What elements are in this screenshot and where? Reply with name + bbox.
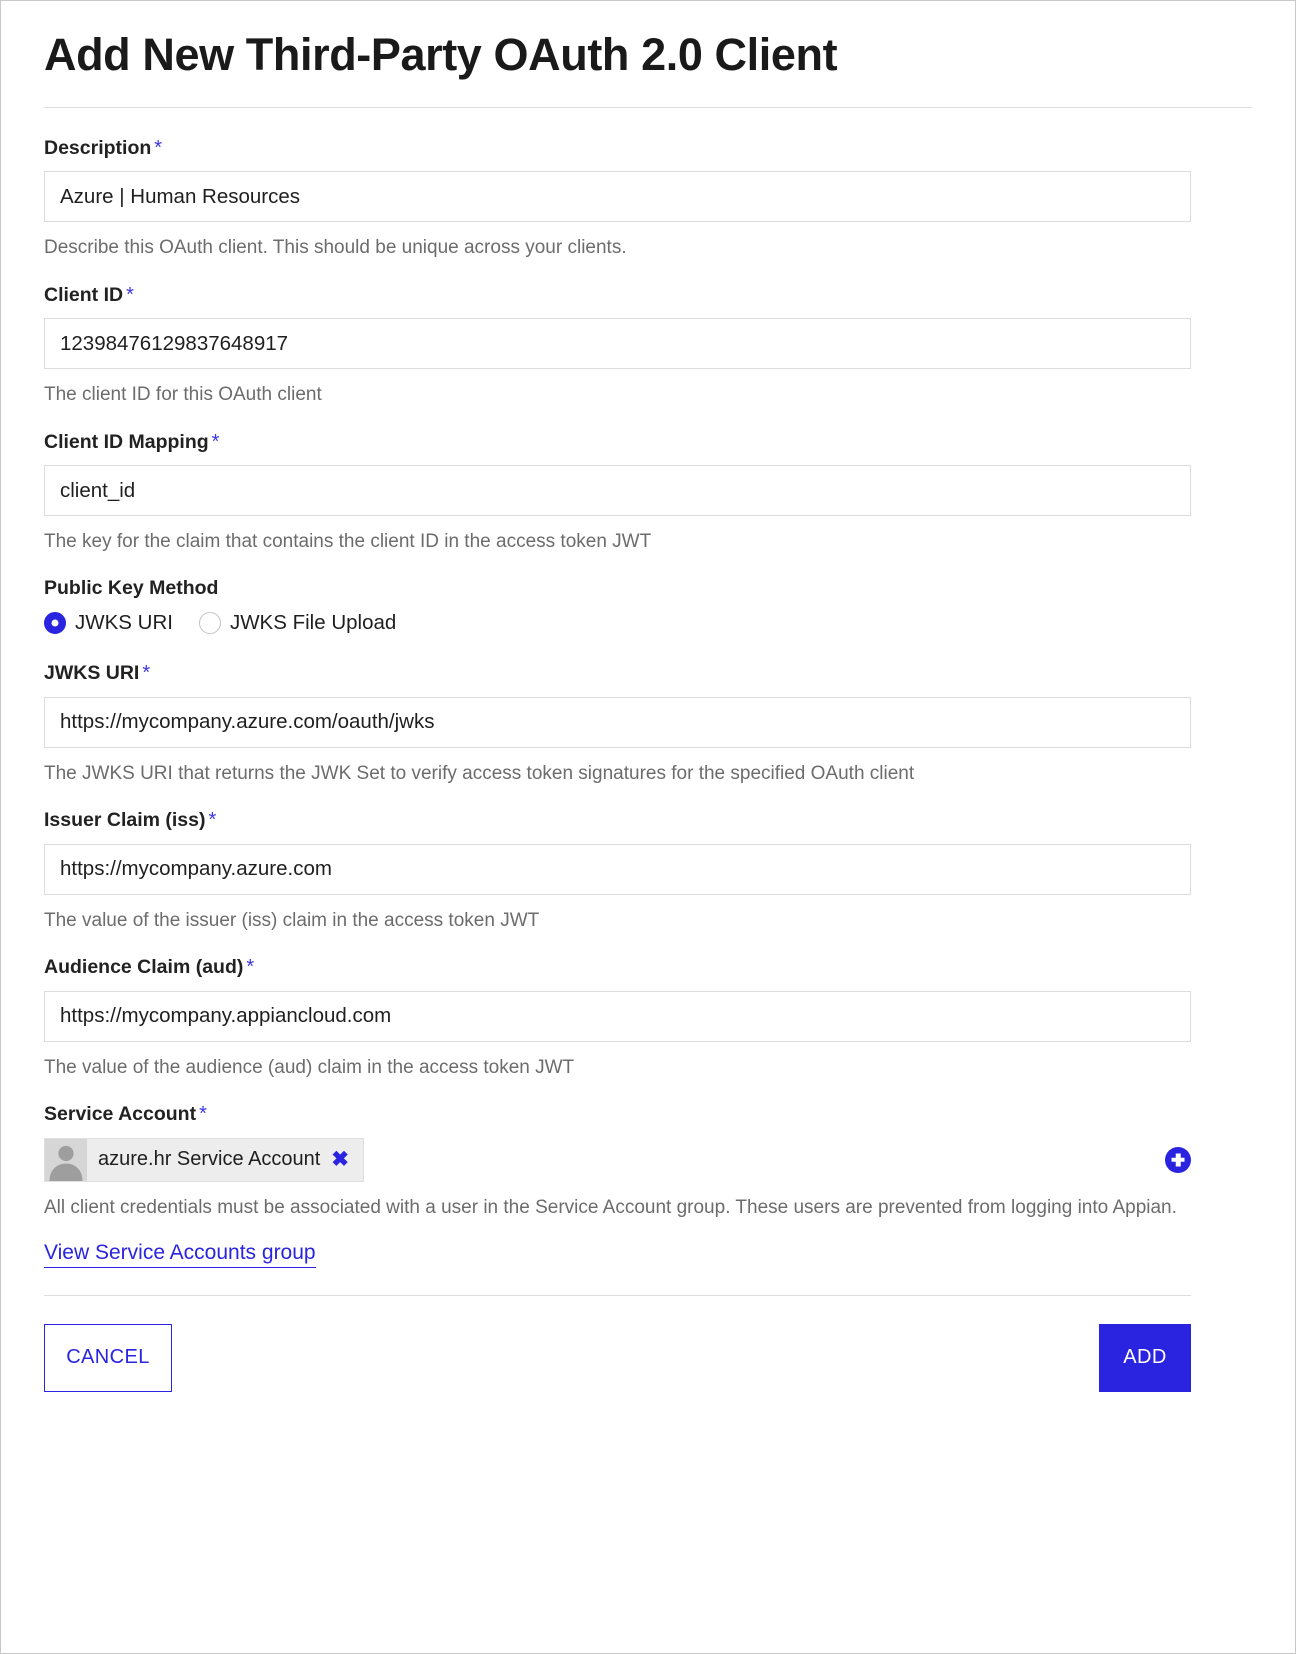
issuer-claim-input[interactable] (44, 843, 1191, 895)
user-avatar-icon (45, 1138, 87, 1181)
audience-claim-label: Audience Claim (aud) * (44, 955, 1252, 979)
public-key-method-radio-group: JWKS URI JWKS File Upload (44, 611, 1252, 635)
jwks-uri-input[interactable] (44, 696, 1191, 748)
required-asterisk: * (142, 662, 151, 685)
public-key-method-label: Public Key Method (44, 576, 219, 599)
footer-divider (44, 1294, 1191, 1296)
audience-claim-helper: The value of the audience (aud) claim in… (44, 1056, 575, 1078)
field-public-key-method: Public Key Method JWKS URI JWKS File Upl… (44, 577, 1252, 635)
audience-claim-label-text: Audience Claim (aud) (44, 956, 244, 979)
jwks-uri-label-text: JWKS URI (44, 662, 140, 685)
audience-claim-input[interactable] (44, 990, 1191, 1042)
service-account-label: Service Account * (44, 1102, 1252, 1126)
service-account-picker-row: azure.hr Service Account ✖ (44, 1137, 1191, 1182)
issuer-claim-helper: The value of the issuer (iss) claim in t… (44, 909, 540, 931)
service-account-chip[interactable]: azure.hr Service Account ✖ (44, 1137, 364, 1182)
required-asterisk: * (199, 1103, 207, 1126)
description-input[interactable] (44, 171, 1191, 223)
add-oauth-client-dialog: Add New Third-Party OAuth 2.0 Client Des… (0, 0, 1296, 1654)
description-label-text: Description (44, 136, 152, 159)
issuer-claim-label-text: Issuer Claim (iss) (44, 809, 206, 832)
radio-option-jwks-file-upload[interactable]: JWKS File Upload (198, 611, 397, 635)
client-id-mapping-helper: The key for the claim that contains the … (44, 531, 652, 553)
add-button[interactable]: ADD (1099, 1323, 1191, 1392)
client-id-input[interactable] (44, 318, 1191, 370)
client-id-label: Client ID * (44, 283, 1252, 307)
client-id-mapping-label: Client ID Mapping * (44, 430, 1252, 454)
required-asterisk: * (126, 283, 134, 306)
radio-option-jwks-uri-label: JWKS URI (75, 611, 173, 635)
dialog-body: Add New Third-Party OAuth 2.0 Client Des… (1, 1, 1295, 1392)
required-asterisk: * (211, 430, 220, 453)
client-id-mapping-label-text: Client ID Mapping (44, 430, 209, 453)
radio-unselected-icon[interactable] (198, 612, 221, 635)
view-service-accounts-group-link[interactable]: View Service Accounts group (44, 1239, 316, 1268)
client-id-mapping-input[interactable] (44, 465, 1191, 517)
jwks-uri-label: JWKS URI * (44, 661, 1252, 685)
radio-selected-icon[interactable] (44, 612, 66, 635)
description-label: Description * (44, 136, 1252, 160)
client-id-label-text: Client ID (44, 283, 124, 306)
description-helper: Describe this OAuth client. This should … (44, 237, 627, 259)
title-divider (44, 106, 1252, 108)
service-account-label-text: Service Account (44, 1103, 197, 1126)
client-id-helper: The client ID for this OAuth client (44, 384, 322, 406)
field-client-id: Client ID* The client ID for this OAuth … (44, 283, 1252, 408)
required-asterisk: * (208, 809, 217, 832)
radio-option-jwks-uri[interactable]: JWKS URI (44, 611, 173, 635)
field-audience-claim: Audience Claim (aud)* The value of the a… (44, 955, 1252, 1080)
field-issuer-claim: Issuer Claim (iss)* The value of the iss… (44, 808, 1252, 933)
page-title: Add New Third-Party OAuth 2.0 Client (44, 29, 838, 80)
cancel-button[interactable]: CANCEL (44, 1323, 172, 1392)
service-account-helper: All client credentials must be associate… (44, 1196, 1177, 1218)
field-service-account: Service Account * azure.hr Service Accoun… (44, 1102, 1252, 1268)
service-account-chip-label: azure.hr Service Account (98, 1148, 321, 1171)
field-jwks-uri: JWKS URI* The JWKS URI that returns the … (44, 661, 1252, 786)
issuer-claim-label: Issuer Claim (iss) * (44, 808, 1252, 832)
dialog-footer: CANCEL ADD (44, 1323, 1191, 1392)
remove-chip-icon[interactable]: ✖ (331, 1149, 351, 1170)
field-description: Description* Describe this OAuth client.… (44, 136, 1252, 261)
required-asterisk: * (246, 956, 255, 979)
field-client-id-mapping: Client ID Mapping* The key for the claim… (44, 430, 1252, 555)
radio-option-jwks-file-upload-label: JWKS File Upload (229, 611, 397, 635)
jwks-uri-helper: The JWKS URI that returns the JWK Set to… (44, 762, 915, 784)
required-asterisk: * (154, 136, 163, 159)
plus-circle-icon[interactable] (1165, 1146, 1191, 1173)
